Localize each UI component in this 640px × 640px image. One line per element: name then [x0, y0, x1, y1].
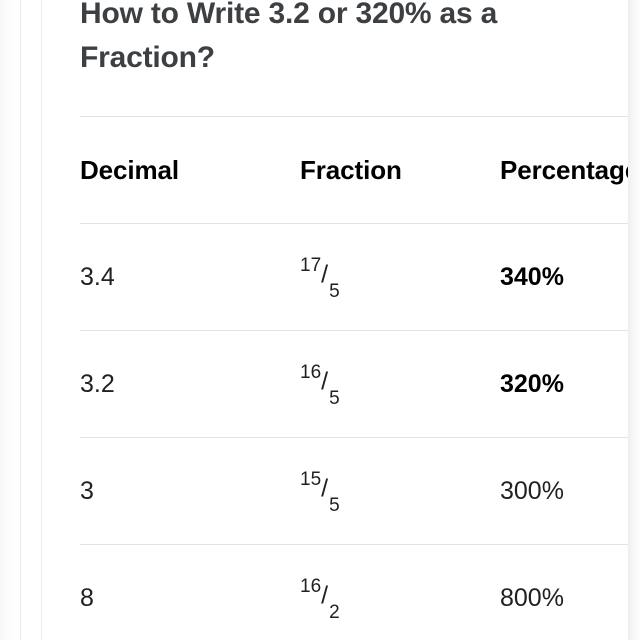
- left-gutter-inner: [21, 0, 41, 640]
- cell-fraction: 16/5: [300, 331, 340, 437]
- cell-decimal: 3.2: [80, 369, 115, 398]
- fraction-numerator: 16: [300, 575, 322, 597]
- fraction-slash-icon: /: [321, 260, 329, 289]
- fraction-numerator: 17: [300, 254, 322, 276]
- cell-decimal: 3.4: [80, 262, 115, 291]
- page-title: How to Write 3.2 or 320% as a Fraction?: [80, 0, 620, 80]
- fraction-denominator: 5: [329, 388, 340, 410]
- fraction-display: 15/5: [300, 468, 340, 515]
- conversion-table: Decimal Fraction Percentage 3.4 17/5 340…: [80, 116, 628, 640]
- fraction-numerator: 15: [300, 468, 322, 490]
- card-right-edge-shadow: [628, 0, 640, 640]
- cell-percentage: 800%: [500, 583, 564, 612]
- cell-percentage: 300%: [500, 476, 564, 505]
- table-row: 8 16/2 800%: [80, 545, 628, 640]
- page-viewport: How to Write 3.2 or 320% as a Fraction? …: [0, 0, 640, 640]
- cell-percentage: 340%: [500, 262, 564, 291]
- fraction-display: 16/5: [300, 361, 340, 408]
- column-header-percentage: Percentage: [500, 154, 628, 185]
- cell-fraction: 15/5: [300, 438, 340, 544]
- content-card: How to Write 3.2 or 320% as a Fraction? …: [42, 0, 628, 640]
- fraction-display: 17/5: [300, 254, 340, 301]
- table-header-row: Decimal Fraction Percentage: [80, 117, 628, 223]
- fraction-denominator: 2: [329, 602, 340, 624]
- fraction-slash-icon: /: [321, 474, 329, 503]
- fraction-denominator: 5: [329, 281, 340, 303]
- fraction-display: 16/2: [300, 575, 340, 622]
- cell-fraction: 16/2: [300, 545, 340, 640]
- fraction-slash-icon: /: [321, 367, 329, 396]
- page-title-line-1: How to Write 3.2 or 320% as a: [80, 0, 498, 30]
- cell-fraction: 17/5: [300, 224, 340, 330]
- cell-decimal: 8: [80, 583, 94, 612]
- fraction-numerator: 16: [300, 361, 322, 383]
- table-row: 3.2 16/5 320%: [80, 331, 628, 437]
- column-header-fraction: Fraction: [300, 154, 402, 185]
- table-row: 3.4 17/5 340%: [80, 224, 628, 330]
- table-row: 3 15/5 300%: [80, 438, 628, 544]
- fraction-slash-icon: /: [321, 581, 329, 610]
- fraction-denominator: 5: [329, 495, 340, 517]
- left-gutter-strip: [0, 0, 21, 640]
- page-title-line-2: Fraction?: [80, 41, 215, 74]
- cell-decimal: 3: [80, 476, 94, 505]
- cell-percentage: 320%: [500, 369, 564, 398]
- column-header-decimal: Decimal: [80, 154, 180, 185]
